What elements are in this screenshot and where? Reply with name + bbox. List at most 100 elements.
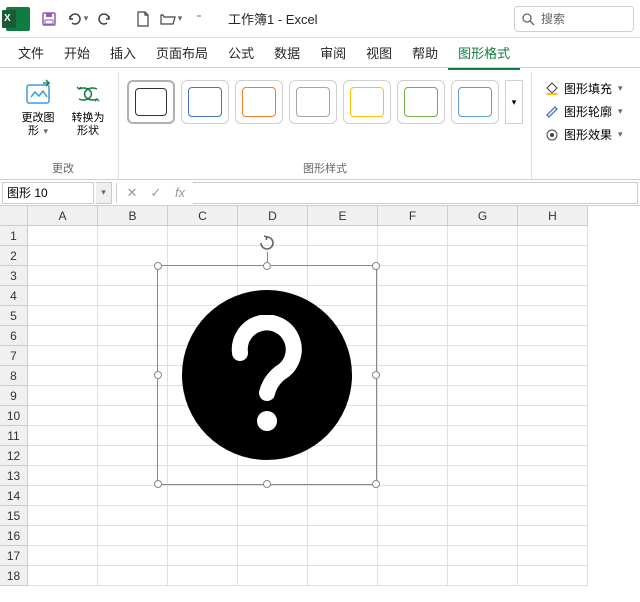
tab-file[interactable]: 文件 xyxy=(8,37,54,68)
resize-handle-e[interactable] xyxy=(372,371,380,379)
cell[interactable] xyxy=(28,346,98,366)
row-header[interactable]: 2 xyxy=(0,246,28,266)
change-graphic-button[interactable]: 更改图形 ▾ xyxy=(16,76,60,140)
tab-graphics-format[interactable]: 图形格式 xyxy=(448,37,520,70)
cell[interactable] xyxy=(28,486,98,506)
row-header[interactable]: 17 xyxy=(0,546,28,566)
cell[interactable] xyxy=(238,566,308,586)
row-header[interactable]: 5 xyxy=(0,306,28,326)
cell[interactable] xyxy=(98,226,168,246)
cell[interactable] xyxy=(518,546,588,566)
cell[interactable] xyxy=(98,526,168,546)
cell[interactable] xyxy=(168,526,238,546)
column-header[interactable]: A xyxy=(28,206,98,226)
cell[interactable] xyxy=(28,266,98,286)
row-header[interactable]: 11 xyxy=(0,426,28,446)
tab-page-layout[interactable]: 页面布局 xyxy=(146,37,218,68)
cell[interactable] xyxy=(378,466,448,486)
style-preset-7[interactable] xyxy=(451,80,499,124)
cell[interactable] xyxy=(168,546,238,566)
cell[interactable] xyxy=(378,226,448,246)
new-file-button[interactable] xyxy=(130,6,156,32)
cell[interactable] xyxy=(378,426,448,446)
style-preset-2[interactable] xyxy=(181,80,229,124)
column-header[interactable]: B xyxy=(98,206,168,226)
tab-formulas[interactable]: 公式 xyxy=(218,37,264,68)
style-preset-3[interactable] xyxy=(235,80,283,124)
cell[interactable] xyxy=(448,466,518,486)
cell[interactable] xyxy=(518,426,588,446)
cell[interactable] xyxy=(28,386,98,406)
resize-handle-s[interactable] xyxy=(263,480,271,488)
cell[interactable] xyxy=(168,566,238,586)
cell[interactable] xyxy=(308,226,378,246)
cell[interactable] xyxy=(518,326,588,346)
cell[interactable] xyxy=(378,446,448,466)
cell[interactable] xyxy=(98,546,168,566)
cell[interactable] xyxy=(378,386,448,406)
cancel-formula-button[interactable]: ✕ xyxy=(121,182,143,204)
cell[interactable] xyxy=(448,546,518,566)
cell[interactable] xyxy=(378,326,448,346)
column-header[interactable]: G xyxy=(448,206,518,226)
resize-handle-nw[interactable] xyxy=(154,262,162,270)
cell[interactable] xyxy=(28,306,98,326)
graphic-outline-button[interactable]: 图形轮廓 ▾ xyxy=(540,101,627,122)
style-preset-1[interactable] xyxy=(127,80,175,124)
graphic-fill-button[interactable]: 图形填充 ▾ xyxy=(540,78,627,99)
cell[interactable] xyxy=(238,506,308,526)
rotation-handle[interactable] xyxy=(258,234,276,252)
row-header[interactable]: 3 xyxy=(0,266,28,286)
style-preset-6[interactable] xyxy=(397,80,445,124)
redo-button[interactable] xyxy=(92,6,118,32)
cell[interactable] xyxy=(28,426,98,446)
cell[interactable] xyxy=(448,246,518,266)
cell[interactable] xyxy=(518,406,588,426)
cell[interactable] xyxy=(518,286,588,306)
graphic-effects-button[interactable]: 图形效果 ▾ xyxy=(540,124,627,145)
cell[interactable] xyxy=(28,466,98,486)
cell[interactable] xyxy=(518,226,588,246)
cell[interactable] xyxy=(378,506,448,526)
cell[interactable] xyxy=(28,286,98,306)
cell[interactable] xyxy=(168,486,238,506)
cell[interactable] xyxy=(518,506,588,526)
resize-handle-sw[interactable] xyxy=(154,480,162,488)
cell[interactable] xyxy=(28,406,98,426)
row-header[interactable]: 9 xyxy=(0,386,28,406)
cell[interactable] xyxy=(518,346,588,366)
cell[interactable] xyxy=(98,566,168,586)
name-box-dropdown[interactable]: ▾ xyxy=(96,182,112,204)
style-preset-4[interactable] xyxy=(289,80,337,124)
cell[interactable] xyxy=(28,326,98,346)
cell[interactable] xyxy=(28,526,98,546)
cell[interactable] xyxy=(448,306,518,326)
cell[interactable] xyxy=(518,246,588,266)
inserted-graphic[interactable] xyxy=(182,290,352,460)
cell[interactable] xyxy=(448,366,518,386)
resize-handle-n[interactable] xyxy=(263,262,271,270)
cell[interactable] xyxy=(448,346,518,366)
row-header[interactable]: 15 xyxy=(0,506,28,526)
tab-view[interactable]: 视图 xyxy=(356,37,402,68)
resize-handle-ne[interactable] xyxy=(372,262,380,270)
cell[interactable] xyxy=(28,506,98,526)
resize-handle-w[interactable] xyxy=(154,371,162,379)
cell[interactable] xyxy=(28,246,98,266)
cell[interactable] xyxy=(378,286,448,306)
tab-review[interactable]: 审阅 xyxy=(310,37,356,68)
tab-help[interactable]: 帮助 xyxy=(402,37,448,68)
cell[interactable] xyxy=(28,566,98,586)
cell[interactable] xyxy=(168,506,238,526)
cell[interactable] xyxy=(308,526,378,546)
cell[interactable] xyxy=(378,366,448,386)
cell[interactable] xyxy=(448,526,518,546)
cell[interactable] xyxy=(448,566,518,586)
cell[interactable] xyxy=(378,246,448,266)
cell[interactable] xyxy=(168,246,238,266)
tab-home[interactable]: 开始 xyxy=(54,37,100,68)
tab-data[interactable]: 数据 xyxy=(264,37,310,68)
row-header[interactable]: 1 xyxy=(0,226,28,246)
cell[interactable] xyxy=(448,326,518,346)
cell[interactable] xyxy=(518,366,588,386)
